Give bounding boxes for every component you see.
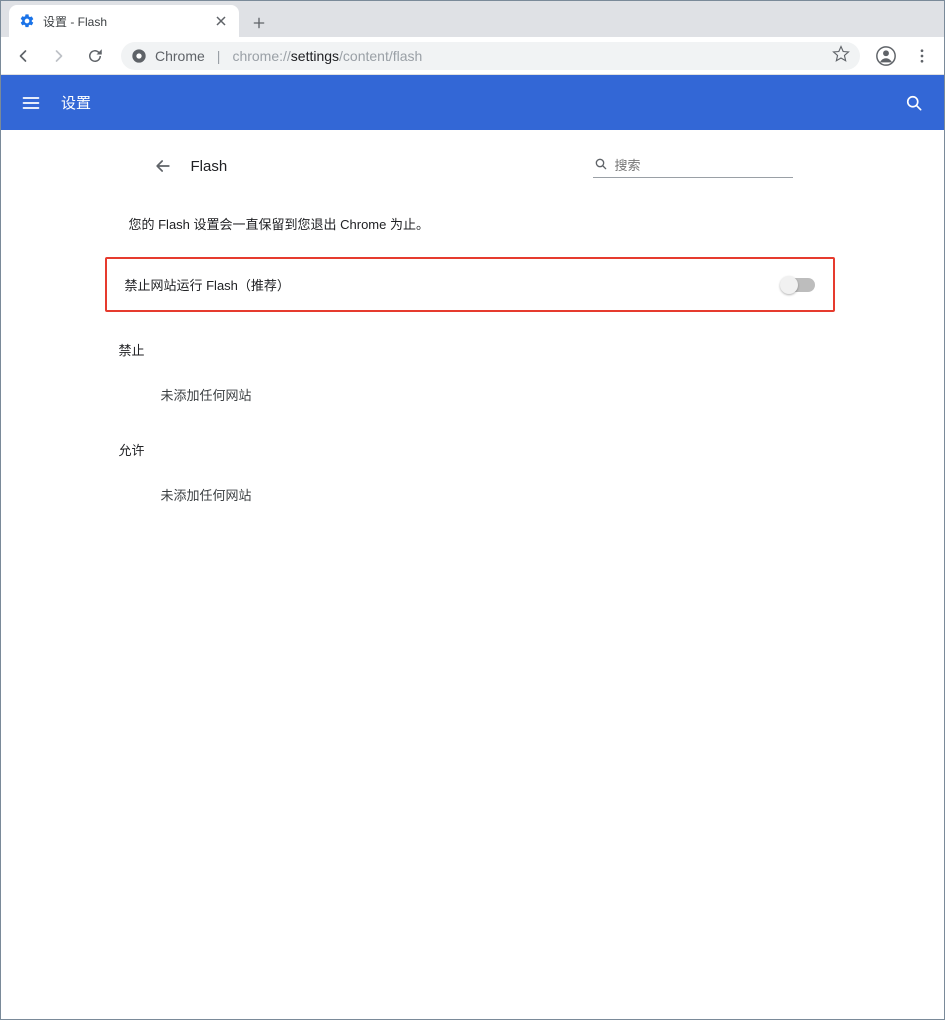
browser-tab[interactable]: 设置 - Flash (9, 5, 239, 37)
toggle-knob (780, 276, 798, 294)
settings-panel: Flash 您的 Flash 设置会一直保留到您退出 Chrome 为止。 禁止… (133, 130, 813, 1019)
chrome-icon (131, 48, 147, 64)
toggle-switch[interactable] (781, 278, 815, 292)
panel-search-field[interactable] (593, 154, 793, 178)
tab-title: 设置 - Flash (43, 13, 205, 30)
menu-dots-icon[interactable] (906, 40, 938, 72)
hamburger-menu-icon[interactable] (19, 91, 43, 115)
profile-icon[interactable] (870, 40, 902, 72)
search-icon (593, 156, 609, 175)
settings-title: 设置 (61, 92, 91, 113)
panel-search-input[interactable] (615, 158, 793, 173)
block-empty-text: 未添加任何网站 (133, 377, 813, 412)
back-button[interactable] (7, 40, 39, 72)
url-text: chrome://settings/content/flash (232, 48, 422, 64)
panel-back-button[interactable] (153, 156, 173, 176)
reload-button[interactable] (79, 40, 111, 72)
panel-header: Flash (133, 154, 813, 196)
close-tab-button[interactable] (213, 13, 229, 29)
new-tab-button[interactable] (245, 9, 273, 37)
tab-strip: 设置 - Flash (1, 1, 944, 37)
address-bar[interactable]: Chrome | chrome://settings/content/flash (121, 42, 860, 70)
block-flash-toggle-row[interactable]: 禁止网站运行 Flash（推荐） (105, 257, 835, 312)
bookmark-star-icon[interactable] (832, 45, 850, 66)
flash-description: 您的 Flash 设置会一直保留到您退出 Chrome 为止。 (119, 196, 813, 257)
panel-title: Flash (191, 158, 228, 175)
header-search-icon[interactable] (902, 91, 926, 115)
settings-header: 设置 (1, 75, 944, 130)
content-area: Flash 您的 Flash 设置会一直保留到您退出 Chrome 为止。 禁止… (1, 130, 944, 1019)
url-origin: Chrome (155, 48, 205, 64)
browser-window: 设置 - Flash Chrome | chrome://settings/c (0, 0, 945, 1020)
allow-empty-text: 未添加任何网站 (133, 477, 813, 512)
toggle-label: 禁止网站运行 Flash（推荐） (125, 275, 290, 294)
allow-section-title: 允许 (119, 412, 813, 477)
url-separator: | (213, 48, 225, 64)
browser-toolbar: Chrome | chrome://settings/content/flash (1, 37, 944, 75)
forward-button[interactable] (43, 40, 75, 72)
gear-icon (19, 13, 35, 29)
block-section-title: 禁止 (119, 312, 813, 377)
